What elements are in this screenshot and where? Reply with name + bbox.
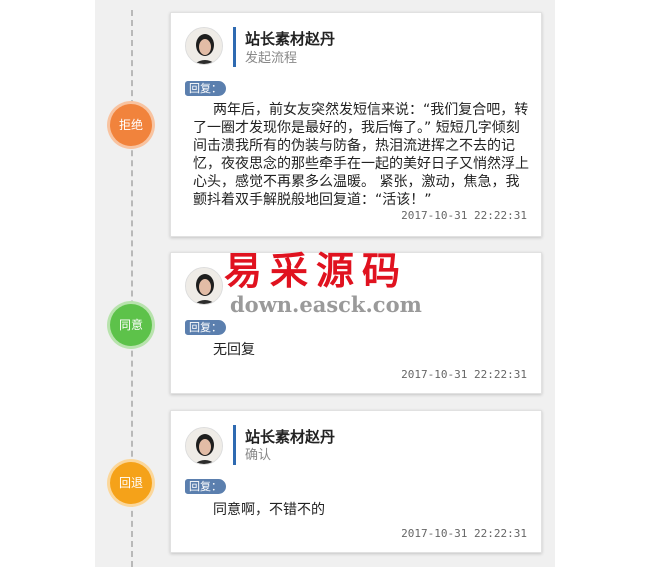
user-avatar xyxy=(185,427,223,465)
reply-badge: 回复： xyxy=(185,479,226,494)
reply-text: 同意啊，不错不的 xyxy=(213,502,325,518)
status-node-rejected: 拒绝 xyxy=(110,104,152,146)
user-avatar xyxy=(185,27,223,65)
timeline-card: 站长素材赵丹 确认 回复： 同意啊，不错不的 2017-10-31 22:22:… xyxy=(170,410,542,553)
timeline-card: 站长素材赵丹 发起流程 回复： 两年后，前女友突然发短信来说：“我们复合吧，转了… xyxy=(170,12,542,237)
user-accent-bar xyxy=(233,425,236,465)
timestamp: 2017-10-31 22:22:31 xyxy=(401,527,527,540)
reply-text: 两年后，前女友突然发短信来说：“我们复合吧，转了一圈才发现你是最好的，我后悔了。… xyxy=(193,102,529,208)
watermark-url: down.easck.com xyxy=(230,292,422,317)
timestamp: 2017-10-31 22:22:31 xyxy=(401,209,527,222)
avatar-portrait-icon xyxy=(186,268,222,304)
user-accent-bar xyxy=(233,27,236,67)
avatar-portrait-icon xyxy=(186,428,222,464)
status-label: 回退 xyxy=(118,476,143,490)
status-node-returned: 回退 xyxy=(110,462,152,504)
status-label: 同意 xyxy=(118,318,143,332)
reply-badge: 回复： xyxy=(185,81,226,96)
user-name: 站长素材赵丹 xyxy=(245,30,336,48)
avatar-portrait-icon xyxy=(186,28,222,64)
reply-text: 无回复 xyxy=(213,342,255,358)
action-label: 发起流程 xyxy=(245,51,298,66)
reply-badge: 回复： xyxy=(185,320,226,335)
watermark: 易采源码 down.easck.com xyxy=(224,240,424,320)
action-label: 确认 xyxy=(245,448,272,463)
status-node-approved: 同意 xyxy=(110,304,152,346)
watermark-title: 易采源码 xyxy=(224,248,409,293)
status-label: 拒绝 xyxy=(118,118,143,132)
timestamp: 2017-10-31 22:22:31 xyxy=(401,368,527,381)
user-avatar xyxy=(185,267,223,305)
